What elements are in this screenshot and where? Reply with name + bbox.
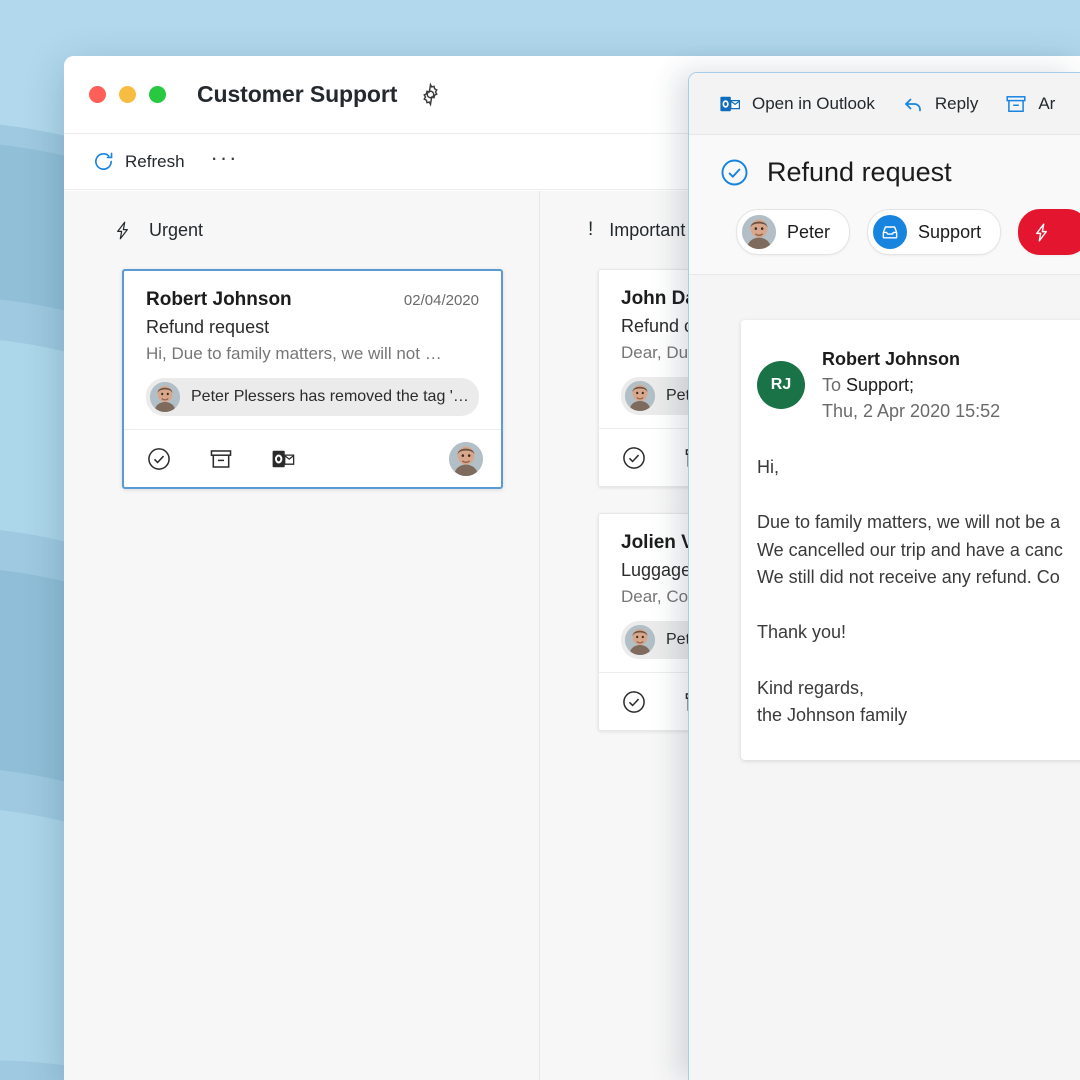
lightning-bolt-icon: [1035, 222, 1047, 242]
exclamation-icon: !: [588, 219, 594, 240]
desktop-background: Customer Support Refresh ··· Urgent Robe…: [0, 0, 1080, 1080]
user-avatar-icon: [449, 441, 483, 476]
user-avatar-icon: [625, 381, 655, 411]
card-body: Robert Johnson 02/04/2020 Refund request…: [124, 271, 501, 429]
card-sender: Robert Johnson: [146, 289, 292, 310]
close-window-button[interactable]: [89, 86, 106, 103]
column-title: Important: [609, 219, 686, 240]
archive-button[interactable]: Ar: [1004, 92, 1055, 116]
archive-button[interactable]: [208, 446, 234, 472]
detail-title: Refund request: [767, 157, 952, 187]
inbox-icon-wrap: [873, 215, 908, 249]
detail-header: Refund request Peter Support: [689, 135, 1080, 275]
complete-icon: [623, 690, 645, 713]
column-title: Urgent: [149, 219, 204, 240]
reply-arrow-icon: [905, 98, 921, 111]
reply-label: Reply: [934, 93, 979, 113]
detail-title-row: Refund request: [689, 157, 1080, 188]
complete-icon: [148, 447, 170, 470]
user-avatar-icon: [742, 215, 776, 249]
avatar: [150, 382, 180, 412]
card-preview: Hi, Due to family matters, we will not …: [146, 344, 442, 363]
card-actions: [124, 429, 501, 487]
maximize-window-button[interactable]: [149, 86, 166, 103]
complete-button[interactable]: [621, 445, 647, 471]
to-prefix: To: [822, 375, 847, 396]
open-in-outlook-button[interactable]: [270, 446, 296, 472]
sender-initials-avatar: RJ: [757, 361, 805, 410]
user-avatar-icon: [625, 625, 655, 655]
complete-button[interactable]: [146, 446, 172, 472]
outlook-icon: [720, 96, 740, 111]
assignee-avatar[interactable]: [449, 441, 483, 476]
card-date: 02/04/2020: [403, 292, 479, 309]
lightning-bolt-icon: [117, 221, 128, 239]
chip-urgent[interactable]: [1018, 209, 1080, 255]
message-recipients: To Support;: [822, 372, 1000, 398]
avatar: [625, 625, 655, 655]
message-header: RJ Robert Johnson To Support; Thu, 2 Apr…: [741, 346, 1080, 424]
completed-check-icon[interactable]: [719, 157, 750, 188]
chip-label: Support: [918, 221, 982, 242]
message-card: RJ Robert Johnson To Support; Thu, 2 Apr…: [741, 320, 1080, 760]
app-title: Customer Support: [197, 81, 398, 107]
gear-icon: [423, 82, 438, 107]
refresh-icon: [95, 152, 113, 170]
column-header-urgent: Urgent: [78, 191, 525, 269]
card-subject: Refund request: [146, 317, 270, 337]
inbox-icon: [882, 226, 898, 239]
message-sender: Robert Johnson: [822, 349, 960, 369]
minimize-window-button[interactable]: [119, 86, 136, 103]
refresh-label: Refresh: [125, 151, 185, 171]
archive-label: Ar: [1038, 93, 1056, 113]
open-in-outlook-label: Open in Outlook: [752, 93, 875, 113]
refresh-button[interactable]: Refresh: [86, 146, 191, 177]
message-meta: Robert Johnson To Support; Thu, 2 Apr 20…: [822, 346, 1000, 424]
open-in-outlook-button[interactable]: Open in Outlook: [718, 92, 875, 116]
detail-chips: Peter Support: [689, 188, 1080, 275]
chip-label: Peter: [787, 221, 831, 242]
email-detail-panel: Open in Outlook Reply Ar Refund request …: [688, 72, 1080, 1080]
reply-button[interactable]: Reply: [901, 92, 978, 116]
archive-icon: [210, 449, 232, 468]
complete-icon: [623, 446, 645, 469]
archive-icon: [1006, 95, 1026, 112]
complete-button[interactable]: [621, 689, 647, 715]
avatar: [742, 215, 776, 249]
to-value: Support;: [846, 375, 915, 396]
message-date: Thu, 2 Apr 2020 15:52: [822, 401, 1001, 422]
email-card[interactable]: Robert Johnson 02/04/2020 Refund request…: [122, 269, 503, 489]
avatar: [625, 381, 655, 411]
open-in-outlook-icon: [272, 450, 295, 467]
card-header-row: Robert Johnson 02/04/2020: [146, 289, 479, 311]
chip-support[interactable]: Support: [867, 209, 1002, 255]
card-activity-tag[interactable]: Peter Plessers has removed the tag '…: [146, 378, 479, 416]
message-body: Hi, Due to family matters, we will not b…: [757, 457, 1063, 726]
settings-button[interactable]: [416, 81, 444, 109]
card-tag-text: Peter Plessers has removed the tag '…: [191, 388, 469, 405]
lightning-icon-wrap: [1024, 215, 1058, 249]
column-urgent: Urgent Robert Johnson 02/04/2020 Refund …: [64, 191, 540, 1080]
traffic-light-buttons: [89, 86, 166, 103]
more-options-button[interactable]: ···: [211, 146, 239, 171]
detail-toolbar: Open in Outlook Reply Ar: [689, 73, 1080, 135]
user-avatar-icon: [150, 382, 180, 412]
chip-peter[interactable]: Peter: [736, 209, 851, 255]
